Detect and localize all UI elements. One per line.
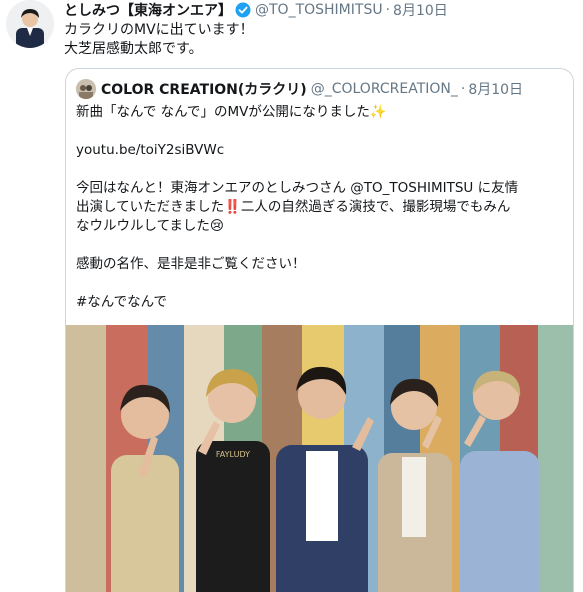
hashtag-link[interactable]: #なんでなんで (76, 294, 167, 310)
quoted-handle: @_COLORCREATION_ (310, 81, 458, 97)
tweet-text-line: 大芝居感動太郎です。 (64, 41, 203, 57)
group-photo: FAYLUDY (66, 325, 573, 592)
tweet: としみつ【東海オンエア】 @TO_TOSHIMITSU · 8月10日 カラクリ… (0, 0, 583, 592)
youtube-link[interactable]: youtu.be/toiY2siBVWc (76, 142, 224, 158)
tweet-header: としみつ【東海オンエア】 @TO_TOSHIMITSU · 8月10日 (64, 0, 448, 20)
tweet-text: カラクリのMVに出ています！ 大芝居感動太郎です。 (64, 21, 254, 59)
quoted-tweet[interactable]: COLOR CREATION(カラクリ) @_COLORCREATION_ · … (65, 68, 574, 592)
quoted-avatar (76, 79, 96, 99)
tweet-text-line: カラクリのMVに出ています！ (64, 22, 254, 38)
quoted-text-line: 出演していただきました‼️二人の自然過ぎる演技で、撮影現場でもみん (76, 199, 511, 215)
quoted-tweet-header: COLOR CREATION(カラクリ) @_COLORCREATION_ · … (76, 79, 523, 99)
quoted-display-name: COLOR CREATION(カラクリ) (101, 82, 307, 98)
quoted-text-line: 新曲「なんで なんで」のMVが公開になりました✨ (76, 104, 387, 120)
quoted-tweet-body: 新曲「なんで なんで」のMVが公開になりました✨ youtu.be/toiY2s… (76, 103, 566, 312)
shirt-print: FAYLUDY (216, 450, 250, 459)
separator: · (385, 2, 391, 18)
timestamp[interactable]: 8月10日 (393, 0, 448, 20)
avatar[interactable] (6, 0, 54, 48)
verified-badge-icon (235, 2, 251, 18)
quoted-text-line: 感動の名作、是非是非ご覧ください！ (76, 256, 306, 272)
quoted-text-line: なウルウルしてました😢 (76, 218, 224, 234)
media-photo[interactable]: FAYLUDY (66, 325, 573, 592)
quoted-separator: · (460, 81, 466, 97)
quoted-timestamp: 8月10日 (468, 82, 524, 98)
display-name[interactable]: としみつ【東海オンエア】 (64, 0, 232, 20)
handle[interactable]: @TO_TOSHIMITSU (255, 2, 383, 18)
quoted-text-line: 今回はなんと！東海オンエアのとしみつさん @TO_TOSHIMITSU に友情 (76, 180, 519, 196)
